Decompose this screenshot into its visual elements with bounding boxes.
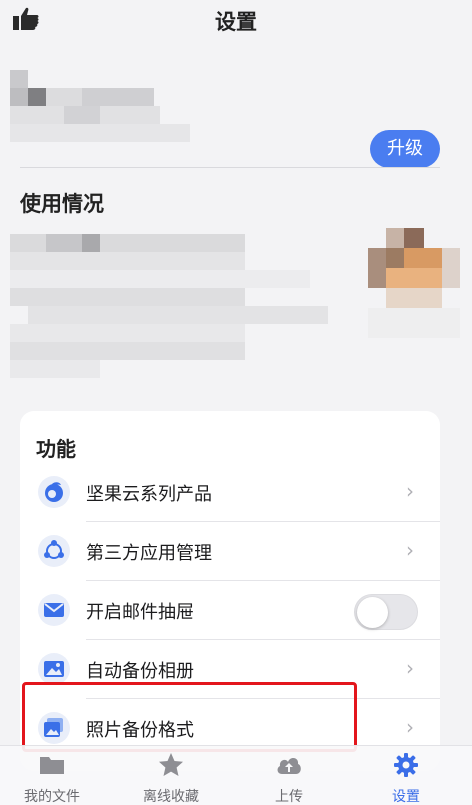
tab-label: 上传 [275,789,303,805]
features-title: 功能 [36,437,76,461]
upload-cloud-icon [277,758,301,774]
list-item-nut-products[interactable]: 坚果云系列产品 › [20,463,440,522]
tab-upload[interactable]: 上传 [239,746,339,805]
list-item-label: 开启邮件抽屉 [86,602,194,623]
mail-icon [38,594,70,626]
tab-settings[interactable]: 设置 [356,746,456,805]
apps-network-icon [38,535,70,567]
tab-my-files[interactable]: 我的文件 [2,746,102,805]
chevron-right-icon: › [406,656,414,680]
nut-icon [38,476,70,508]
tab-bar: 我的文件 离线收藏 上传 设置 [0,745,472,805]
toggle-knob [357,597,388,628]
list-item-label: 第三方应用管理 [86,543,212,564]
tab-label: 我的文件 [24,789,80,805]
list-item-label: 自动备份相册 [86,661,194,682]
account-info: 升级 [0,42,472,172]
chevron-right-icon: › [406,479,414,503]
star-icon [159,753,183,776]
photo-icon [38,653,70,685]
usage-title: 使用情况 [20,192,104,216]
tab-label: 离线收藏 [143,789,199,805]
usage-info-blurred [0,220,472,380]
gear-icon [394,753,418,777]
page-title: 设置 [215,10,257,34]
upgrade-button[interactable]: 升级 [370,130,440,168]
tab-offline-favorites[interactable]: 离线收藏 [121,746,221,805]
list-item-third-party-apps[interactable]: 第三方应用管理 › [20,522,440,581]
folder-icon [40,757,64,774]
chevron-right-icon: › [406,538,414,562]
mail-drawer-toggle[interactable] [354,594,418,630]
highlight-box [22,682,357,752]
list-item-mail-drawer[interactable]: 开启邮件抽屉 [20,581,440,640]
list-item-label: 坚果云系列产品 [86,484,212,505]
blurred-account-name [10,70,190,142]
header: 设置 [0,0,472,42]
chevron-right-icon: › [406,715,414,739]
tab-label: 设置 [392,789,420,805]
divider [20,167,440,168]
avatar [368,214,462,344]
